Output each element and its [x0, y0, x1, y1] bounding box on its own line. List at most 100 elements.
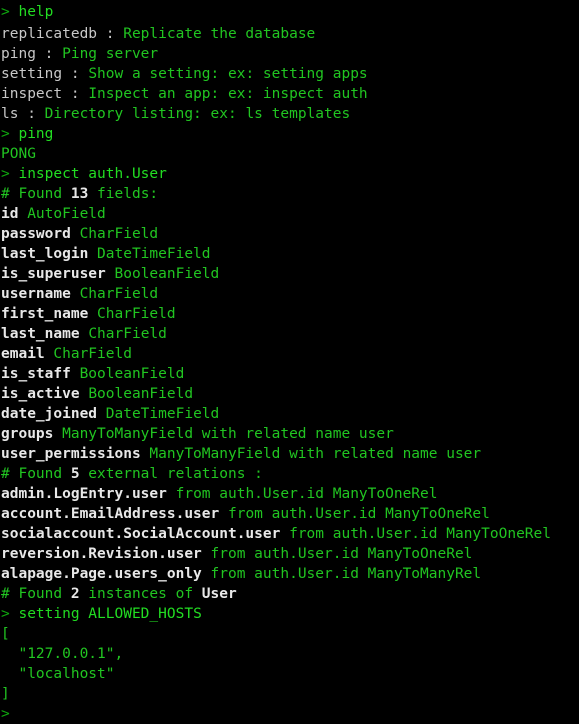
- terminal-prompt-line[interactable]: > ping: [0, 124, 579, 144]
- terminal-prompt-line[interactable]: > setting ALLOWED_HOSTS: [0, 604, 579, 624]
- relation-line: admin.LogEntry.user from auth.User.id Ma…: [0, 484, 579, 504]
- field-name: is_staff: [1, 366, 80, 382]
- field-name: date_joined: [1, 406, 106, 422]
- terminal-prompt-line[interactable]: > help: [0, 0, 579, 24]
- output-line: [: [0, 624, 579, 644]
- prompt-symbol: >: [1, 126, 19, 142]
- relation-line: reversion.Revision.user from auth.User.i…: [0, 544, 579, 564]
- help-command-name: inspect :: [1, 86, 89, 102]
- model-field-line: date_joined DateTimeField: [0, 404, 579, 424]
- field-name: email: [1, 346, 54, 362]
- terminal-window[interactable]: > help replicatedb : Replicate the databa…: [0, 0, 579, 722]
- model-field-line: password CharField: [0, 224, 579, 244]
- model-field-line: is_staff BooleanField: [0, 364, 579, 384]
- output-text: "127.0.0.1",: [1, 646, 124, 662]
- help-command-description: Replicate the database: [123, 26, 316, 42]
- help-command-description: Directory listing: ex: ls templates: [44, 106, 351, 122]
- field-type: CharField: [79, 286, 159, 302]
- found-count: 2: [70, 586, 80, 602]
- relation-description: from auth.User.id ManyToManyRel: [210, 566, 482, 582]
- found-suffix: fields:: [88, 186, 159, 202]
- output-line: "localhost": [0, 664, 579, 684]
- found-prefix: # Found: [1, 186, 71, 202]
- found-suffix: external relations :: [79, 466, 263, 482]
- model-field-line: user_permissions ManyToManyField with re…: [0, 444, 579, 464]
- model-field-line: is_active BooleanField: [0, 384, 579, 404]
- terminal-prompt-line[interactable]: > inspect auth.User: [0, 164, 579, 184]
- field-type: BooleanField: [114, 266, 220, 282]
- model-field-line: first_name CharField: [0, 304, 579, 324]
- model-field-line: username CharField: [0, 284, 579, 304]
- output-text: ]: [1, 686, 10, 702]
- relation-name: alapage.Page.users_only: [1, 566, 211, 582]
- relation-line: socialaccount.SocialAccount.user from au…: [0, 524, 579, 544]
- found-prefix: # Found: [1, 466, 71, 482]
- model-field-line: is_superuser BooleanField: [0, 264, 579, 284]
- field-name: is_active: [1, 386, 89, 402]
- output-line: PONG: [0, 144, 579, 164]
- help-command-description: Ping server: [62, 46, 159, 62]
- relation-description: from auth.User.id ManyToOneRel: [227, 506, 490, 522]
- relation-name: socialaccount.SocialAccount.user: [1, 526, 290, 542]
- relation-name: account.EmailAddress.user: [1, 506, 228, 522]
- output-line: "127.0.0.1",: [0, 644, 579, 664]
- prompt-symbol: >: [1, 606, 19, 622]
- model-field-line: last_login DateTimeField: [0, 244, 579, 264]
- model-field-line: last_name CharField: [0, 324, 579, 344]
- command-text: inspect auth.User: [18, 166, 167, 182]
- command-text: help: [18, 4, 54, 20]
- field-name: groups: [1, 426, 63, 442]
- field-type: DateTimeField: [97, 246, 211, 262]
- field-name: id: [1, 206, 28, 222]
- field-type: CharField: [79, 226, 159, 242]
- found-count: 5: [70, 466, 80, 482]
- field-name: first_name: [1, 306, 98, 322]
- field-type: DateTimeField: [105, 406, 220, 422]
- help-entry-line: inspect : Inspect an app: ex: inspect au…: [0, 84, 579, 104]
- help-entry-line: replicatedb : Replicate the database: [0, 24, 579, 44]
- output-text: PONG: [1, 146, 36, 162]
- relation-description: from auth.User.id ManyToOneRel: [175, 486, 438, 502]
- field-type: CharField: [97, 306, 176, 322]
- help-entry-line: setting : Show a setting: ex: setting ap…: [0, 64, 579, 84]
- command-text: ping: [18, 126, 54, 142]
- model-field-line: id AutoField: [0, 204, 579, 224]
- field-name: last_login: [1, 246, 98, 262]
- relation-name: reversion.Revision.user: [1, 546, 211, 562]
- found-prefix: # Found: [1, 586, 71, 602]
- field-type: BooleanField: [88, 386, 194, 402]
- model-field-line: groups ManyToManyField with related name…: [0, 424, 579, 444]
- help-entry-line: ping : Ping server: [0, 44, 579, 64]
- terminal-prompt-line[interactable]: >: [0, 704, 579, 724]
- found-model-name: User: [201, 586, 237, 602]
- found-count-line: # Found 13 fields:: [0, 184, 579, 204]
- help-entry-line: ls : Directory listing: ex: ls templates: [0, 104, 579, 124]
- relation-description: from auth.User.id ManyToOneRel: [210, 546, 473, 562]
- relation-line: alapage.Page.users_only from auth.User.i…: [0, 564, 579, 584]
- field-type: ManyToManyField with related name user: [62, 426, 394, 442]
- found-instances-line: # Found 2 instances of User: [0, 584, 579, 604]
- field-name: user_permissions: [1, 446, 150, 462]
- relation-description: from auth.User.id ManyToOneRel: [289, 526, 551, 542]
- found-count: 13: [70, 186, 89, 202]
- help-command-description: Show a setting: ex: setting apps: [88, 66, 368, 82]
- field-name: is_superuser: [1, 266, 115, 282]
- field-name: last_name: [1, 326, 89, 342]
- help-command-name: setting :: [1, 66, 89, 82]
- help-command-name: replicatedb :: [1, 26, 124, 42]
- prompt-symbol: >: [1, 706, 19, 722]
- field-type: BooleanField: [79, 366, 185, 382]
- found-count-line: # Found 5 external relations :: [0, 464, 579, 484]
- prompt-symbol: >: [1, 166, 19, 182]
- output-text: "localhost": [1, 666, 115, 682]
- model-field-line: email CharField: [0, 344, 579, 364]
- help-command-description: Inspect an app: ex: inspect auth: [88, 86, 368, 102]
- field-type: CharField: [53, 346, 132, 362]
- field-type: ManyToManyField with related name user: [149, 446, 482, 462]
- help-command-name: ls :: [1, 106, 45, 122]
- field-type: CharField: [88, 326, 167, 342]
- found-middle: instances of: [79, 586, 202, 602]
- relation-line: account.EmailAddress.user from auth.User…: [0, 504, 579, 524]
- command-text: setting ALLOWED_HOSTS: [18, 606, 202, 622]
- help-command-name: ping :: [1, 46, 63, 62]
